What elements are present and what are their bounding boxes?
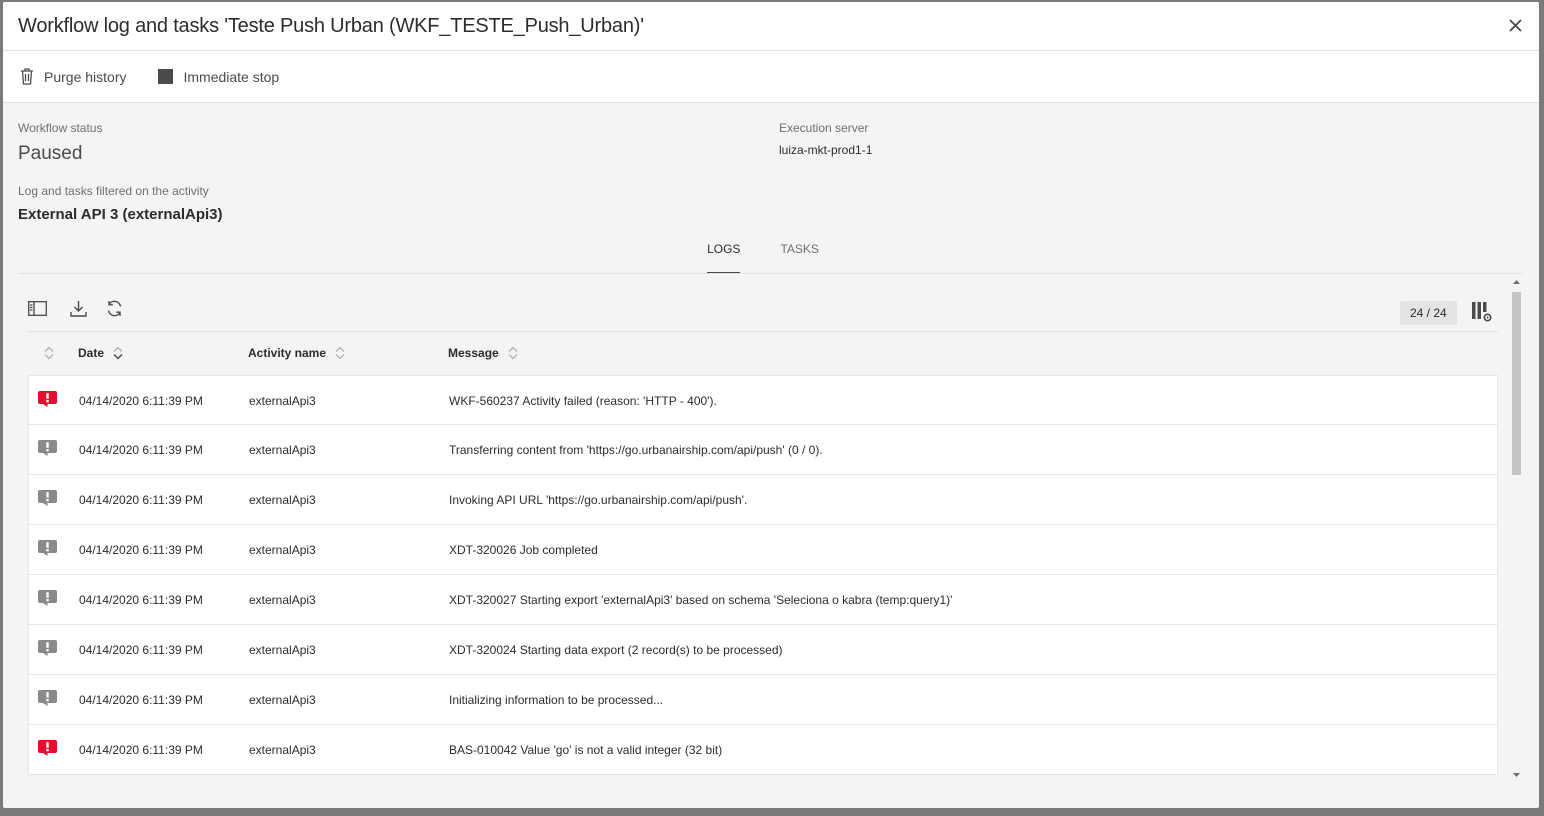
stop-icon — [158, 69, 174, 84]
log-row[interactable]: 04/14/2020 6:11:39 PM externalApi3 XDT-320… — [28, 625, 1498, 675]
logs-grid: 24 / 24 Date Activity name Message 04/14… — [18, 274, 1523, 778]
record-count-badge: 24 / 24 — [1400, 301, 1457, 325]
scrollbar-thumb[interactable] — [1512, 292, 1521, 475]
close-button[interactable] — [1505, 15, 1525, 35]
immediate-stop-button[interactable]: Immediate stop — [158, 69, 279, 85]
log-date: 04/14/2020 6:11:39 PM — [79, 743, 203, 757]
log-row[interactable]: 04/14/2020 6:11:39 PM externalApi3 Invokin… — [28, 475, 1498, 525]
sort-icon — [44, 346, 54, 360]
log-date: 04/14/2020 6:11:39 PM — [79, 493, 203, 507]
immediate-stop-label: Immediate stop — [183, 68, 280, 85]
purge-history-button[interactable]: Purge history — [20, 68, 126, 85]
log-activity: externalApi3 — [249, 394, 316, 408]
log-activity: externalApi3 — [249, 693, 316, 707]
workflow-info: Workflow status Paused Execution server … — [3, 103, 1539, 274]
log-message: Initializing information to be processed… — [449, 693, 664, 707]
info-icon — [38, 490, 57, 509]
error-icon — [38, 740, 57, 759]
log-message: XDT-320027 Starting export 'externalApi3… — [449, 593, 953, 607]
log-date: 04/14/2020 6:11:39 PM — [79, 693, 203, 707]
close-icon — [1508, 18, 1522, 32]
dialog-toolbar: Purge history Immediate stop — [3, 51, 1539, 103]
log-date: 04/14/2020 6:11:39 PM — [79, 394, 203, 408]
date-column-label: Date — [78, 346, 105, 360]
level-column-header[interactable] — [38, 346, 54, 360]
log-activity: externalApi3 — [249, 443, 316, 457]
trash-icon — [20, 68, 34, 85]
log-date: 04/14/2020 6:11:39 PM — [79, 643, 203, 657]
tab-bar: LOGS TASKS — [3, 231, 1523, 274]
activity-column-label: Activity name — [248, 346, 327, 360]
sort-icon — [335, 346, 345, 360]
info-icon — [38, 690, 57, 709]
download-icon[interactable] — [67, 297, 89, 319]
log-message: BAS-010042 Value 'go' is not a valid int… — [449, 743, 723, 757]
activity-filter-value: External API 3 (externalApi3) — [18, 206, 223, 223]
grid-scrollbar[interactable] — [1508, 279, 1524, 778]
activity-column-header[interactable]: Activity name — [248, 346, 345, 360]
log-message: XDT-320026 Job completed — [449, 543, 598, 557]
log-activity: externalApi3 — [249, 643, 316, 657]
sort-icon — [508, 346, 518, 360]
log-date: 04/14/2020 6:11:39 PM — [79, 593, 203, 607]
refresh-icon[interactable] — [103, 297, 125, 319]
log-date: 04/14/2020 6:11:39 PM — [79, 443, 203, 457]
date-column-header[interactable]: Date — [78, 346, 123, 360]
sort-icon — [113, 346, 123, 360]
log-message: XDT-320024 Starting data export (2 recor… — [449, 643, 783, 657]
grid-header: Date Activity name Message — [28, 331, 1498, 375]
tab-tasks[interactable]: TASKS — [780, 231, 818, 273]
panel-icon[interactable] — [26, 297, 48, 319]
workflow-status-value: Paused — [18, 143, 83, 164]
message-column-label: Message — [448, 346, 499, 360]
log-row[interactable]: 04/14/2020 6:11:39 PM externalApi3 WKF-560… — [28, 375, 1498, 425]
log-message: WKF-560237 Activity failed (reason: 'HTT… — [449, 394, 717, 408]
log-activity: externalApi3 — [249, 593, 316, 607]
info-icon — [38, 540, 57, 559]
workflow-status-label: Workflow status — [18, 121, 103, 135]
error-icon — [38, 391, 57, 410]
dialog-title: Workflow log and tasks 'Teste Push Urban… — [18, 14, 644, 37]
workflow-log-dialog: Workflow log and tasks 'Teste Push Urban… — [3, 2, 1539, 808]
info-icon — [38, 440, 57, 459]
log-activity: externalApi3 — [249, 543, 316, 557]
scroll-down-arrow-icon[interactable] — [1512, 772, 1521, 778]
grid-rows: 04/14/2020 6:11:39 PM externalApi3 WKF-560… — [28, 375, 1498, 778]
scroll-up-arrow-icon[interactable] — [1512, 279, 1521, 285]
log-activity: externalApi3 — [249, 493, 316, 507]
dialog-header: Workflow log and tasks 'Teste Push Urban… — [3, 2, 1539, 51]
execution-server-value: luiza-mkt-prod1-1 — [779, 143, 873, 157]
log-row[interactable]: 04/14/2020 6:11:39 PM externalApi3 Initial… — [28, 675, 1498, 725]
execution-server-label: Execution server — [779, 121, 869, 135]
info-icon — [38, 590, 57, 609]
log-row[interactable]: 04/14/2020 6:11:39 PM externalApi3 XDT-320… — [28, 525, 1498, 575]
purge-history-label: Purge history — [44, 68, 127, 85]
column-settings-icon[interactable] — [1471, 301, 1493, 323]
activity-filter-label: Log and tasks filtered on the activity — [18, 184, 209, 198]
message-column-header[interactable]: Message — [448, 346, 518, 360]
log-message: Transferring content from 'https://go.ur… — [449, 443, 823, 457]
grid-toolbar: 24 / 24 — [18, 274, 1523, 331]
log-activity: externalApi3 — [249, 743, 316, 757]
log-message: Invoking API URL 'https://go.urbanairshi… — [449, 493, 748, 507]
log-row[interactable]: 04/14/2020 6:11:39 PM externalApi3 BAS-010… — [28, 725, 1498, 775]
log-row[interactable]: 04/14/2020 6:11:39 PM externalApi3 XDT-320… — [28, 575, 1498, 625]
tab-logs[interactable]: LOGS — [707, 231, 741, 274]
log-date: 04/14/2020 6:11:39 PM — [79, 543, 203, 557]
log-row[interactable]: 04/14/2020 6:11:39 PM externalApi3 Transfe… — [28, 425, 1498, 475]
info-icon — [38, 640, 57, 659]
